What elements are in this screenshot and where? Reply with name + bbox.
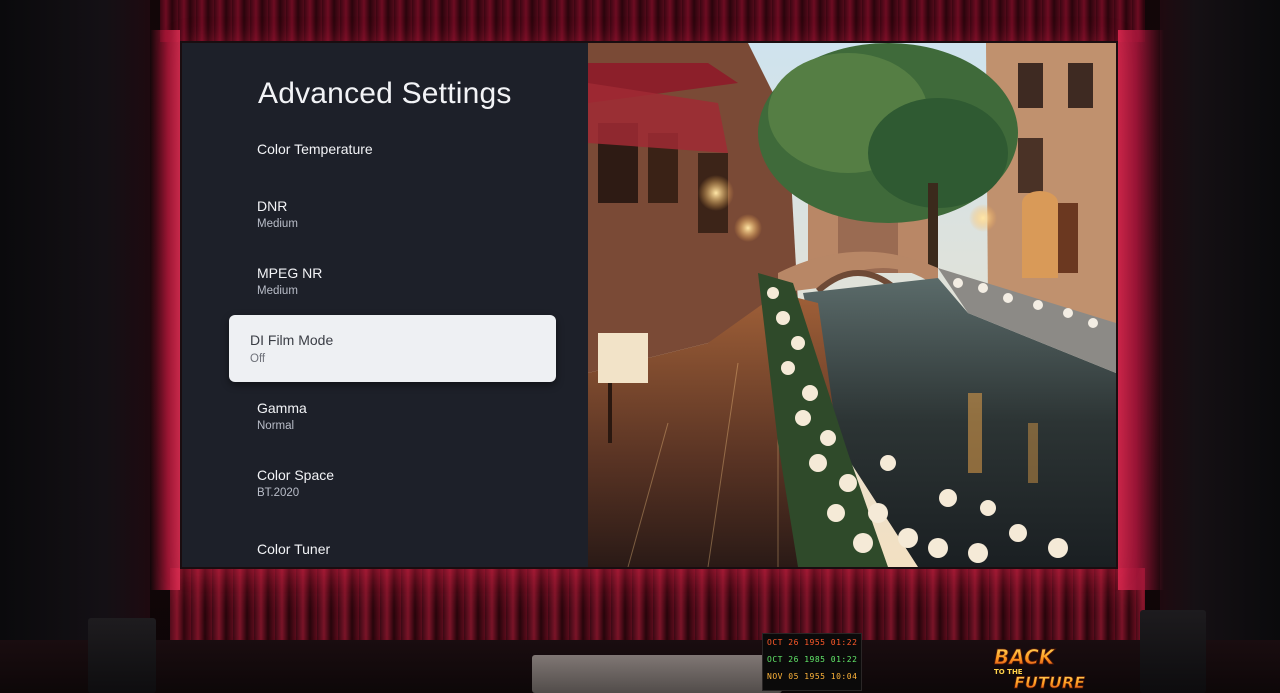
video-preview-canal-scene xyxy=(588,43,1116,567)
advanced-settings-panel: Advanced Settings Color Temperature DNR … xyxy=(182,43,588,567)
svg-text:FUTURE: FUTURE xyxy=(1014,673,1085,692)
projector-console xyxy=(532,655,782,693)
menu-item-color-tuner[interactable]: Color Tuner xyxy=(229,541,556,567)
menu-item-value: BT.2020 xyxy=(257,487,300,499)
time-circuit-row: NOV 05 1955 10:04 xyxy=(767,672,858,681)
menu-item-color-space[interactable]: Color Space BT.2020 xyxy=(229,467,556,533)
right-speaker xyxy=(1140,610,1206,693)
back-to-the-future-logo: BACK TO THE FUTURE xyxy=(994,645,1086,692)
menu-item-label: MPEG NR xyxy=(257,265,323,281)
bottom-acoustic-panel xyxy=(170,568,1145,648)
menu-item-label: DI Film Mode xyxy=(250,332,334,348)
time-circuit-row: OCT 26 1985 01:22 xyxy=(767,655,858,664)
menu-item-value: Normal xyxy=(257,420,295,432)
top-acoustic-panel xyxy=(160,0,1145,42)
time-circuit-row: OCT 26 1955 01:22 xyxy=(767,638,858,647)
left-speaker xyxy=(88,618,156,693)
right-led-glow xyxy=(1118,30,1164,590)
menu-item-dnr[interactable]: DNR Medium xyxy=(229,198,556,264)
menu-item-label: Gamma xyxy=(257,400,307,416)
menu-item-label: Color Space xyxy=(257,467,335,483)
menu-item-label: Color Temperature xyxy=(257,141,373,157)
left-wall xyxy=(0,0,150,693)
right-wall xyxy=(1160,0,1280,693)
menu-item-label: DNR xyxy=(257,198,288,214)
menu-item-value: Medium xyxy=(257,218,298,230)
menu-item-gamma[interactable]: Gamma Normal xyxy=(229,400,556,466)
time-circuits-display: OCT 26 1955 01:22 OCT 26 1985 01:22 NOV … xyxy=(762,633,862,691)
menu-item-value: Off xyxy=(250,353,266,365)
page-title: Advanced Settings xyxy=(258,77,512,110)
menu-item-label: Color Tuner xyxy=(257,541,331,557)
svg-text:BACK: BACK xyxy=(994,645,1056,669)
menu-item-di-film-mode[interactable]: DI Film Mode Off xyxy=(229,315,556,382)
left-led-glow xyxy=(150,30,180,590)
projector-screen: Advanced Settings Color Temperature DNR … xyxy=(182,43,1116,567)
menu-item-value: Medium xyxy=(257,285,298,297)
